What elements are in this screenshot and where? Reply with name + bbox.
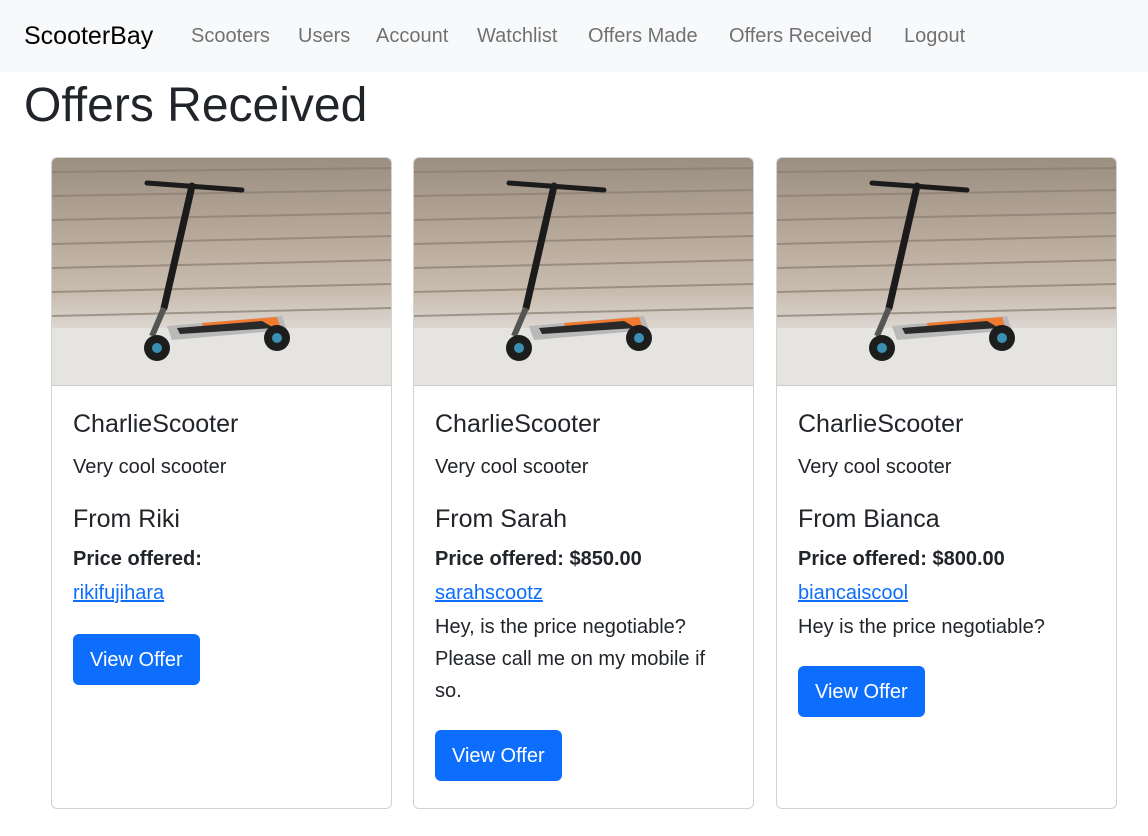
top-navbar: ScooterBay Scooters Users Account Watchl… — [0, 0, 1148, 72]
offer-username-link[interactable]: sarahscootz — [435, 579, 543, 607]
view-offer-button[interactable]: View Offer — [73, 634, 200, 685]
price-offered: Price offered: $800.00 — [798, 548, 1005, 570]
price-offered: Price offered: — [73, 548, 202, 570]
offer-message: Hey is the price negotiable? — [798, 616, 1045, 638]
page-title: Offers Received — [24, 79, 368, 132]
nav-link-scooters[interactable]: Scooters — [191, 22, 270, 50]
offer-from: From Bianca — [798, 505, 940, 533]
view-offer-button[interactable]: View Offer — [798, 666, 925, 717]
nav-link-watchlist[interactable]: Watchlist — [477, 22, 557, 50]
scooter-image — [414, 158, 753, 386]
offer-username-link[interactable]: rikifujihara — [73, 579, 164, 607]
nav-link-logout[interactable]: Logout — [904, 22, 965, 50]
nav-link-account[interactable]: Account — [376, 22, 448, 50]
offer-username-link[interactable]: biancaiscool — [798, 579, 908, 607]
scooter-description: Very cool scooter — [798, 456, 952, 478]
nav-link-offers-made[interactable]: Offers Made — [588, 22, 698, 50]
offer-card: CharlieScooter Very cool scooter From Bi… — [776, 157, 1117, 809]
nav-link-offers-received[interactable]: Offers Received — [729, 22, 872, 50]
offer-from: From Riki — [73, 505, 180, 533]
scooter-name: CharlieScooter — [435, 410, 601, 438]
scooter-image — [777, 158, 1116, 386]
offer-card: CharlieScooter Very cool scooter From Ri… — [51, 157, 392, 809]
brand-link[interactable]: ScooterBay — [24, 18, 153, 54]
scooter-image — [52, 158, 391, 386]
price-offered: Price offered: $850.00 — [435, 548, 642, 570]
scooter-description: Very cool scooter — [435, 456, 589, 478]
offer-message: Hey, is the price negotiable? Please cal… — [435, 616, 706, 702]
scooter-name: CharlieScooter — [798, 410, 964, 438]
scooter-description: Very cool scooter — [73, 456, 227, 478]
nav-link-users[interactable]: Users — [298, 22, 350, 50]
view-offer-button[interactable]: View Offer — [435, 730, 562, 781]
scooter-name: CharlieScooter — [73, 410, 239, 438]
offer-card: CharlieScooter Very cool scooter From Sa… — [413, 157, 754, 809]
offer-from: From Sarah — [435, 505, 567, 533]
